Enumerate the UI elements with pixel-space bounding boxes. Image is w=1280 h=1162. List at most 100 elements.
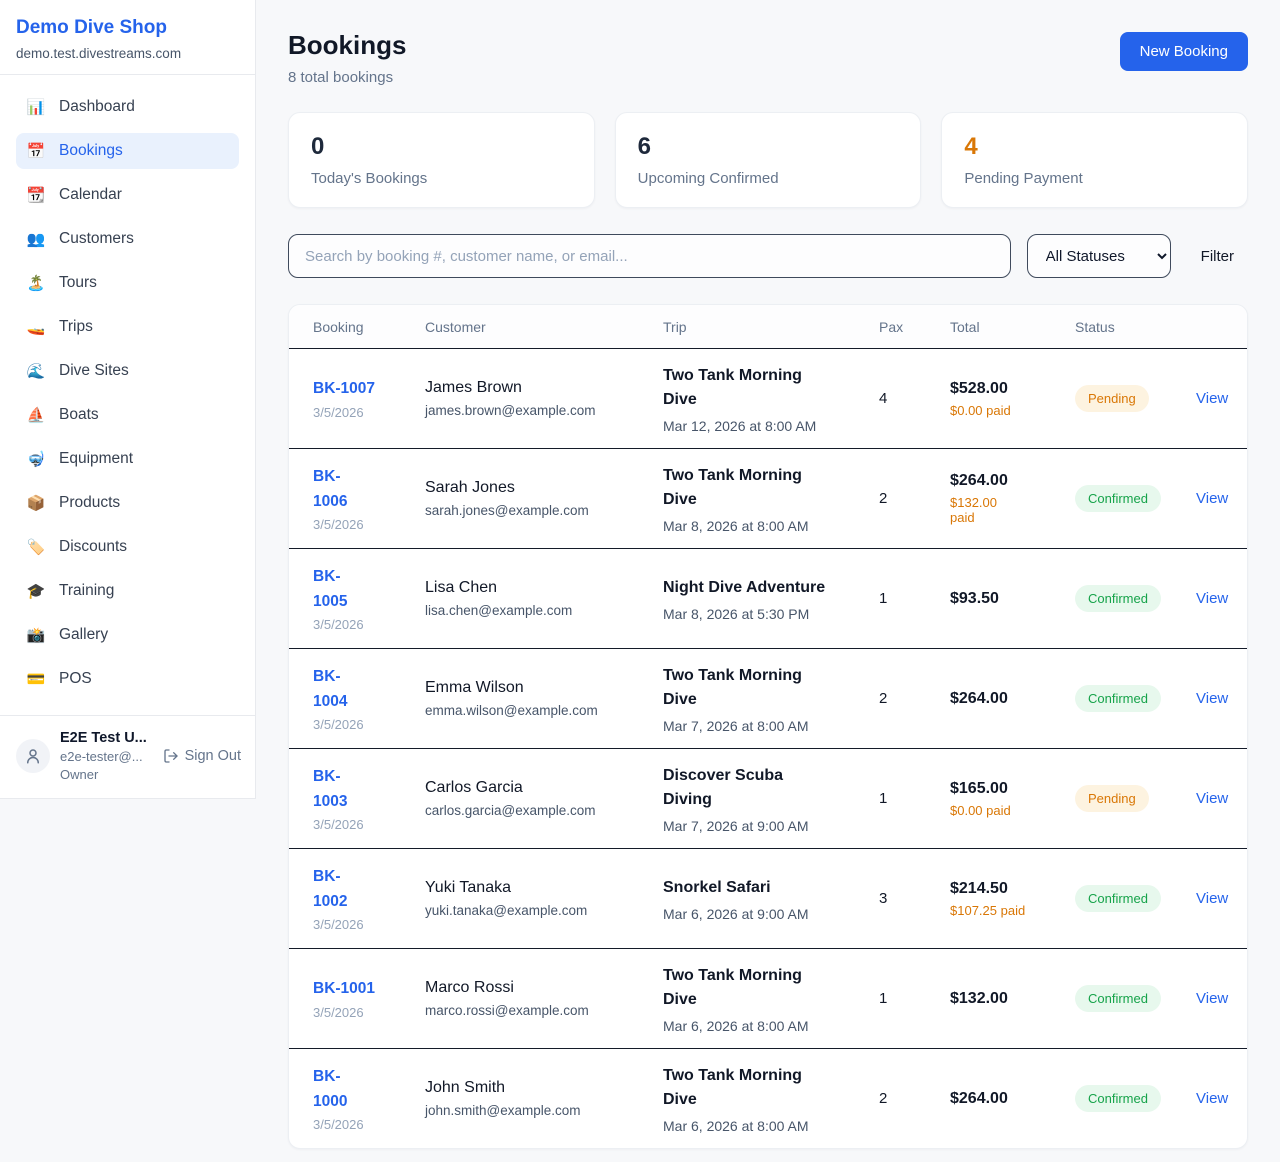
search-input[interactable]	[288, 234, 1011, 278]
customer-cell: John Smith john.smith@example.com	[425, 1079, 663, 1118]
sidebar-item-label: Equipment	[59, 450, 133, 468]
col-header-trip: Trip	[663, 319, 879, 335]
view-link[interactable]: View	[1196, 1090, 1228, 1107]
total-amount: $132.00	[950, 990, 1075, 1008]
actions-cell: View	[1196, 990, 1247, 1008]
table-row: BK-1005 3/5/2026 Lisa Chen lisa.chen@exa…	[289, 548, 1247, 648]
stat-label: Upcoming Confirmed	[638, 170, 899, 187]
sidebar-item-label: Bookings	[59, 142, 123, 160]
sign-out-button[interactable]: Sign Out	[163, 748, 241, 764]
pax-cell: 3	[879, 890, 950, 907]
status-cell: Confirmed	[1075, 885, 1196, 912]
sidebar-item-label: Tours	[59, 274, 97, 292]
table-row: BK-1007 3/5/2026 James Brown james.brown…	[289, 348, 1247, 448]
trip-datetime: Mar 6, 2026 at 8:00 AM	[663, 1018, 879, 1034]
avatar	[16, 739, 50, 773]
bar-chart-icon: 📊	[26, 98, 46, 116]
sidebar-item-calendar[interactable]: 📆 Calendar	[16, 177, 239, 213]
page-title: Bookings	[288, 30, 406, 61]
sidebar-item-gallery[interactable]: 📸 Gallery	[16, 617, 239, 653]
booking-cell: BK-1002 3/5/2026	[313, 865, 425, 931]
status-cell: Pending	[1075, 785, 1196, 812]
view-link[interactable]: View	[1196, 790, 1228, 807]
customer-cell: Yuki Tanaka yuki.tanaka@example.com	[425, 879, 663, 918]
wave-icon: 🌊	[26, 362, 46, 380]
sidebar-item-bookings[interactable]: 📅 Bookings	[16, 133, 239, 169]
customer-name: Sarah Jones	[425, 479, 663, 497]
booking-id-link[interactable]: BK-1002	[313, 865, 359, 913]
user-email: e2e-tester@...	[60, 749, 153, 764]
sidebar-item-discounts[interactable]: 🏷️ Discounts	[16, 529, 239, 565]
page-header-text: Bookings 8 total bookings	[288, 30, 406, 86]
speedboat-icon: 🚤	[26, 318, 46, 336]
new-booking-button[interactable]: New Booking	[1120, 32, 1248, 71]
total-amount: $165.00	[950, 780, 1075, 798]
sidebar-item-label: Training	[59, 582, 114, 600]
pax-cell: 2	[879, 490, 950, 507]
sidebar-item-products[interactable]: 📦 Products	[16, 485, 239, 521]
sidebar-item-boats[interactable]: ⛵ Boats	[16, 397, 239, 433]
customer-cell: Carlos Garcia carlos.garcia@example.com	[425, 779, 663, 818]
status-cell: Confirmed	[1075, 585, 1196, 612]
sidebar-item-label: Products	[59, 494, 120, 512]
view-link[interactable]: View	[1196, 490, 1228, 507]
status-badge: Confirmed	[1075, 1085, 1161, 1112]
col-header-total: Total	[950, 319, 1075, 335]
view-link[interactable]: View	[1196, 990, 1228, 1007]
customer-cell: Emma Wilson emma.wilson@example.com	[425, 679, 663, 718]
view-link[interactable]: View	[1196, 690, 1228, 707]
pax-cell: 2	[879, 1090, 950, 1107]
user-name: E2E Test U...	[60, 730, 153, 746]
calendar-icon: 📅	[26, 142, 46, 160]
actions-cell: View	[1196, 1090, 1247, 1108]
sidebar-item-dashboard[interactable]: 📊 Dashboard	[16, 89, 239, 125]
sidebar-item-pos[interactable]: 💳 POS	[16, 661, 239, 697]
actions-cell: View	[1196, 490, 1247, 508]
user-section: E2E Test U... e2e-tester@... Owner Sign …	[0, 715, 255, 798]
total-cell: $264.00	[950, 1090, 1075, 1108]
pax-cell: 1	[879, 590, 950, 607]
trip-cell: Two Tank Morning Dive Mar 7, 2026 at 8:0…	[663, 664, 879, 734]
trip-cell: Snorkel Safari Mar 6, 2026 at 9:00 AM	[663, 876, 879, 922]
table-header-row: Booking Customer Trip Pax Total Status	[289, 305, 1247, 348]
trip-cell: Two Tank Morning Dive Mar 12, 2026 at 8:…	[663, 364, 879, 434]
booking-cell: BK-1007 3/5/2026	[313, 377, 425, 419]
brand-header: Demo Dive Shop demo.test.divestreams.com	[0, 0, 255, 75]
booking-id-link[interactable]: BK-1006	[313, 465, 359, 513]
booking-id-link[interactable]: BK-1004	[313, 665, 359, 713]
stat-label: Today's Bookings	[311, 170, 572, 187]
actions-cell: View	[1196, 790, 1247, 808]
sidebar-item-equipment[interactable]: 🤿 Equipment	[16, 441, 239, 477]
graduation-cap-icon: 🎓	[26, 582, 46, 600]
trip-datetime: Mar 7, 2026 at 9:00 AM	[663, 818, 879, 834]
table-row: BK-1004 3/5/2026 Emma Wilson emma.wilson…	[289, 648, 1247, 748]
booking-cell: BK-1006 3/5/2026	[313, 465, 425, 531]
sidebar-item-trips[interactable]: 🚤 Trips	[16, 309, 239, 345]
booking-cell: BK-1000 3/5/2026	[313, 1065, 425, 1131]
desert-island-icon: 🏝️	[26, 274, 46, 292]
booking-id-link[interactable]: BK-1000	[313, 1065, 359, 1113]
sidebar-item-customers[interactable]: 👥 Customers	[16, 221, 239, 257]
customer-name: James Brown	[425, 379, 663, 397]
status-cell: Pending	[1075, 385, 1196, 412]
booking-id-link[interactable]: BK-1003	[313, 765, 359, 813]
filter-button[interactable]: Filter	[1187, 240, 1248, 273]
paid-amount: $132.00 paid	[950, 495, 1008, 525]
view-link[interactable]: View	[1196, 590, 1228, 607]
booking-id-link[interactable]: BK-1005	[313, 565, 359, 613]
booking-date: 3/5/2026	[313, 917, 425, 932]
sidebar-item-dive-sites[interactable]: 🌊 Dive Sites	[16, 353, 239, 389]
customer-name: Marco Rossi	[425, 979, 663, 997]
view-link[interactable]: View	[1196, 390, 1228, 407]
sidebar-item-training[interactable]: 🎓 Training	[16, 573, 239, 609]
customer-email: marco.rossi@example.com	[425, 1003, 663, 1018]
status-filter-select[interactable]: All Statuses	[1027, 234, 1171, 278]
booking-id-link[interactable]: BK-1007	[313, 377, 425, 401]
trip-datetime: Mar 6, 2026 at 9:00 AM	[663, 906, 879, 922]
actions-cell: View	[1196, 690, 1247, 708]
actions-cell: View	[1196, 890, 1247, 908]
customer-cell: Lisa Chen lisa.chen@example.com	[425, 579, 663, 618]
sidebar-item-tours[interactable]: 🏝️ Tours	[16, 265, 239, 301]
view-link[interactable]: View	[1196, 890, 1228, 907]
booking-id-link[interactable]: BK-1001	[313, 977, 425, 1001]
